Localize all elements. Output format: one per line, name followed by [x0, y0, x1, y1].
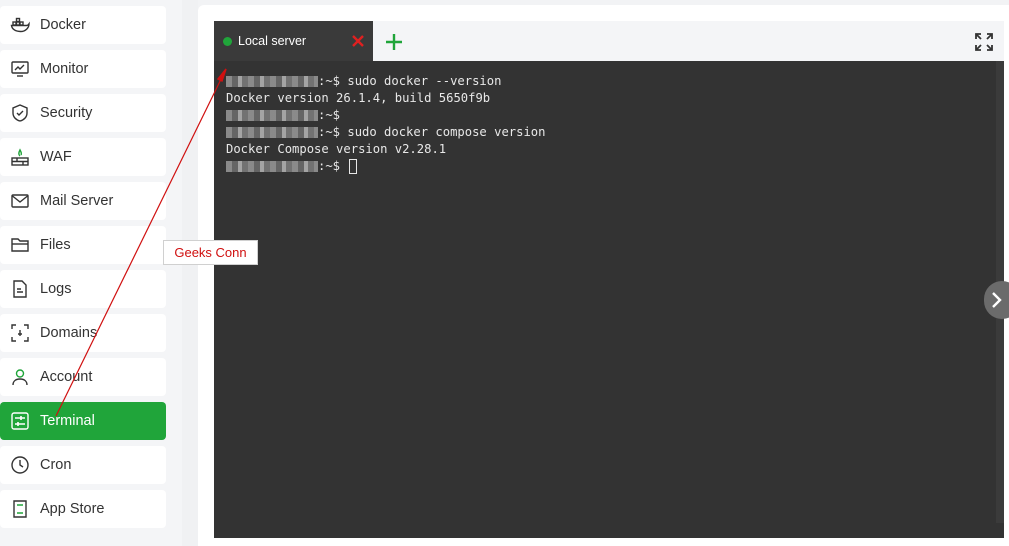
domains-icon: [10, 323, 30, 343]
mail-icon: [10, 191, 30, 211]
sidebar-item-docker[interactable]: Docker: [0, 6, 166, 44]
sidebar-item-app-store[interactable]: App Store: [0, 490, 166, 528]
sidebar-item-label: Monitor: [40, 61, 89, 77]
redacted-host: [226, 161, 318, 172]
waf-icon: [10, 147, 30, 167]
terminal-line: :~$: [226, 158, 1004, 175]
tab-local-server[interactable]: Local server: [214, 21, 373, 61]
sidebar-item-label: Docker: [40, 17, 86, 33]
annotation-label: Geeks Conn: [163, 240, 258, 265]
sidebar-item-label: Files: [40, 237, 71, 253]
redacted-host: [226, 76, 318, 87]
redacted-host: [226, 110, 318, 121]
sidebar-item-label: Cron: [40, 457, 72, 473]
command: sudo docker --version: [340, 74, 502, 88]
chevron-right-icon: [992, 292, 1002, 308]
sidebar-item-label: App Store: [40, 501, 105, 517]
sidebar-item-label: Security: [40, 105, 93, 121]
monitor-icon: [10, 59, 30, 79]
sidebar-item-label: Terminal: [40, 413, 95, 429]
shield-icon: [10, 103, 30, 123]
terminal-line: :~$: [226, 107, 1004, 124]
sidebar-item-label: Mail Server: [40, 193, 114, 209]
sidebar-item-logs[interactable]: Logs: [0, 270, 166, 308]
sidebar-item-security[interactable]: Security: [0, 94, 166, 132]
sidebar-item-label: WAF: [40, 149, 72, 165]
folder-icon: [10, 235, 30, 255]
sidebar-item-cron[interactable]: Cron: [0, 446, 166, 484]
sidebar-item-terminal[interactable]: Terminal: [0, 402, 166, 440]
log-icon: [10, 279, 30, 299]
status-dot-icon: [223, 36, 232, 46]
command: [340, 158, 347, 175]
sidebar-item-label: Domains: [40, 325, 98, 341]
output: Docker version 26.1.4, build 5650f9b: [226, 91, 491, 105]
sidebar-item-mail-server[interactable]: Mail Server: [0, 182, 166, 220]
sidebar-item-label: Logs: [40, 281, 72, 297]
terminal-cursor: [349, 159, 358, 174]
prompt: :~$: [318, 159, 341, 173]
add-tab-icon[interactable]: [384, 32, 404, 52]
prompt: :~$: [318, 74, 341, 88]
store-icon: [10, 499, 30, 519]
terminal-line: Docker version 26.1.4, build 5650f9b: [226, 90, 1004, 107]
clock-icon: [10, 455, 30, 475]
terminal-line: :~$ sudo docker compose version: [226, 124, 1004, 141]
sidebar-item-account[interactable]: Account: [0, 358, 166, 396]
prompt: :~$: [318, 125, 341, 139]
command: sudo docker compose version: [340, 125, 546, 139]
sidebar: Docker Monitor Security WAF Mail Server …: [0, 0, 182, 546]
terminal-output[interactable]: :~$ sudo docker --version Docker version…: [214, 61, 1004, 538]
fullscreen-icon[interactable]: [975, 33, 993, 51]
sidebar-item-label: Account: [40, 369, 93, 385]
sidebar-item-waf[interactable]: WAF: [0, 138, 166, 176]
prompt: :~$: [318, 108, 341, 122]
terminal-line: :~$ sudo docker --version: [226, 73, 1004, 90]
docker-icon: [10, 15, 30, 35]
sidebar-item-domains[interactable]: Domains: [0, 314, 166, 352]
sidebar-edge: [182, 0, 198, 546]
output: Docker Compose version v2.28.1: [226, 142, 447, 156]
tab-label: Local server: [238, 34, 307, 48]
terminal-line: Docker Compose version v2.28.1: [226, 141, 1004, 158]
sidebar-item-monitor[interactable]: Monitor: [0, 50, 166, 88]
sidebar-item-files[interactable]: Files: [0, 226, 166, 264]
user-icon: [10, 367, 30, 387]
close-icon[interactable]: [350, 33, 366, 49]
terminal-icon: [10, 411, 30, 431]
redacted-host: [226, 127, 318, 138]
